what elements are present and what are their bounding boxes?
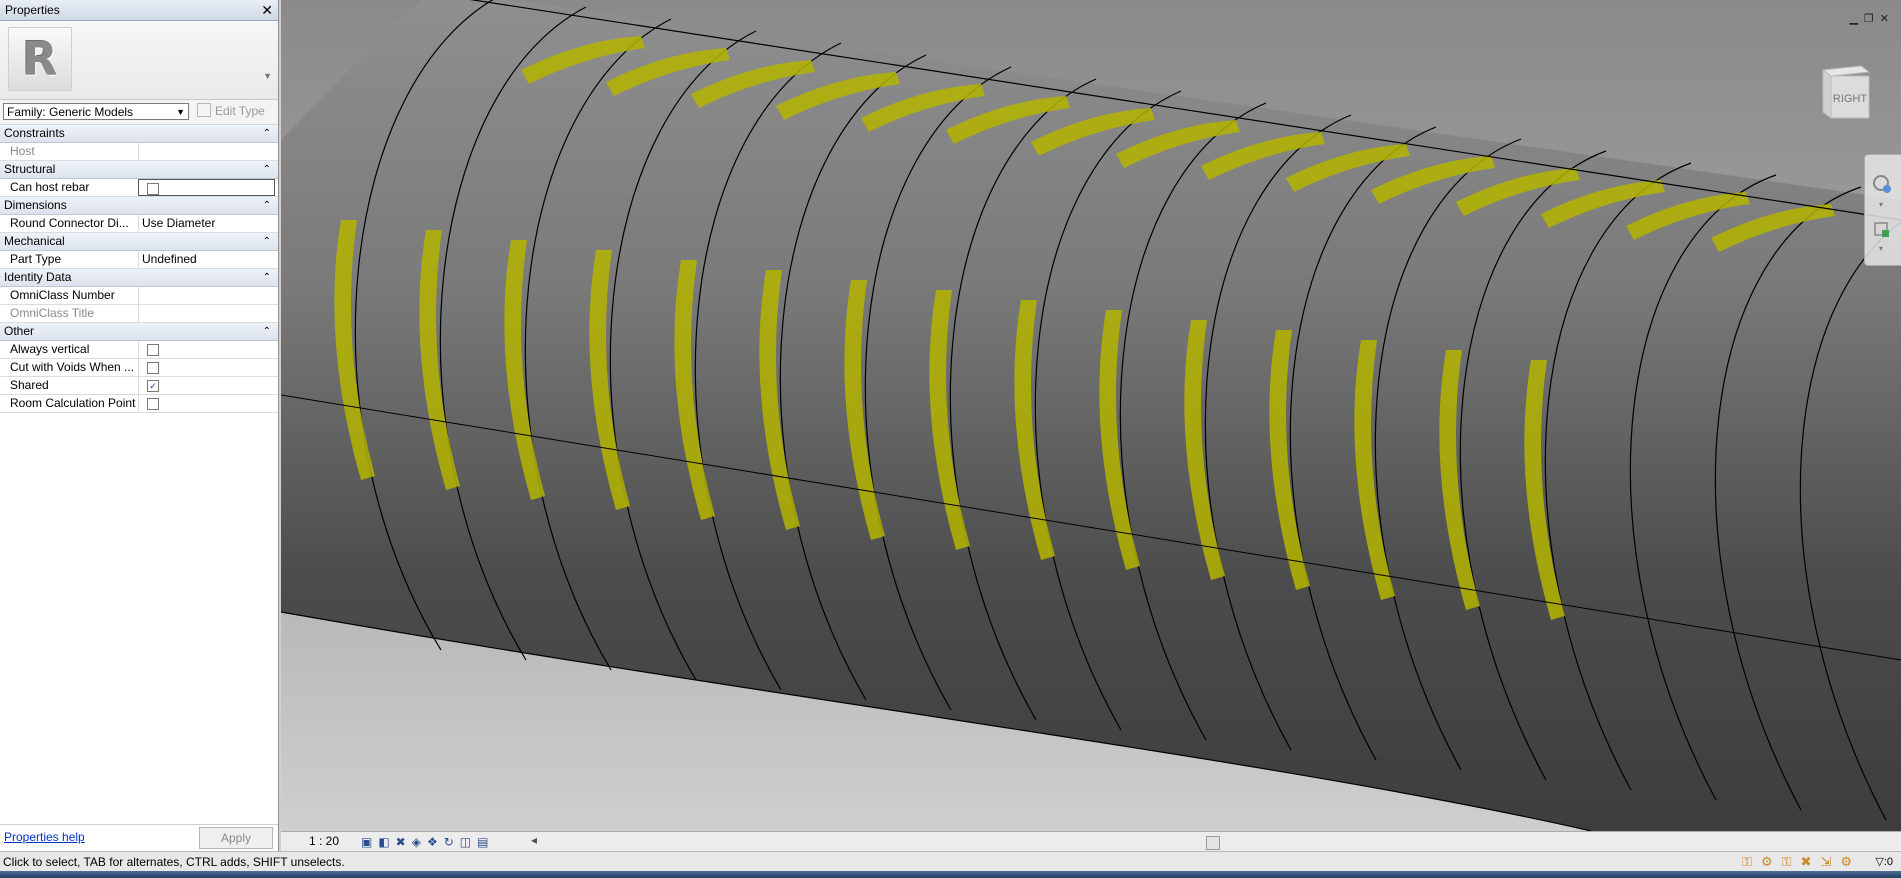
checkbox[interactable] <box>147 183 159 195</box>
property-row: Round Connector Di... Use Diameter <box>0 215 278 233</box>
selection-option-icons[interactable]: ⚿⚙⚿✖⇲⚙ <box>1742 854 1861 870</box>
svg-text:▾: ▾ <box>1879 200 1883 209</box>
group-header-dimensions[interactable]: Dimensions ⌃ <box>0 197 278 215</box>
property-row: OmniClass Number <box>0 287 278 305</box>
dropdown-arrow-icon: ▼ <box>176 107 185 117</box>
checkbox[interactable] <box>147 344 159 356</box>
property-checkbox-cell[interactable]: ✓ <box>138 377 275 394</box>
close-icon[interactable]: ✕ <box>261 0 273 20</box>
property-value[interactable]: Undefined <box>138 251 275 268</box>
property-label: Cut with Voids When ... <box>10 360 135 374</box>
family-dropdown-value: Family: Generic Models <box>7 105 134 119</box>
properties-title-bar: Properties ✕ <box>0 0 278 21</box>
view-control-bar: 1 : 20 ▣◧✖◈❖↻◫▤ ◂ <box>281 831 1901 852</box>
group-name: Dimensions <box>4 198 67 212</box>
property-label: Part Type <box>10 252 62 266</box>
group-header-structural[interactable]: Structural ⌃ <box>0 161 278 179</box>
filter-count-value: :0 <box>1883 856 1893 868</box>
zoom-icon <box>1874 222 1889 237</box>
property-value[interactable] <box>138 287 275 304</box>
group-name: Constraints <box>4 126 65 140</box>
collapse-icon[interactable]: ⌃ <box>263 233 271 250</box>
property-label: Round Connector Di... <box>10 216 129 230</box>
group-header-constraints[interactable]: Constraints ⌃ <box>0 125 278 143</box>
status-message: Click to select, TAB for alternates, CTR… <box>3 855 345 869</box>
edit-type-label: Edit Type <box>215 104 265 118</box>
property-label: OmniClass Number <box>10 288 115 302</box>
property-label: OmniClass Title <box>10 306 95 320</box>
pipe-model-view <box>281 0 1901 831</box>
view-window-controls[interactable]: ▁❐✕ <box>1849 12 1895 25</box>
os-taskbar <box>0 871 1901 878</box>
revit-family-icon: R <box>8 27 72 91</box>
property-row: Can host rebar <box>0 179 278 197</box>
group-name: Other <box>4 324 35 338</box>
property-checkbox-cell[interactable] <box>138 359 275 376</box>
group-header-mechanical[interactable]: Mechanical ⌃ <box>0 233 278 251</box>
properties-palette: Properties ✕ R ▼ Family: Generic Models … <box>0 0 279 851</box>
status-bar: Click to select, TAB for alternates, CTR… <box>0 851 1901 872</box>
horizontal-scroll-thumb[interactable] <box>1206 836 1220 850</box>
group-name: Structural <box>4 162 56 176</box>
scroll-left-icon[interactable]: ◂ <box>531 833 537 847</box>
type-selector-preview[interactable]: R ▼ <box>0 21 278 100</box>
property-row: Shared ✓ <box>0 377 278 395</box>
apply-button[interactable]: Apply <box>199 827 273 849</box>
property-checkbox-cell[interactable] <box>138 341 275 358</box>
group-name: Identity Data <box>4 270 72 284</box>
properties-title: Properties <box>5 3 60 17</box>
chevron-down-icon[interactable]: ▼ <box>263 71 272 81</box>
group-header-identity-data[interactable]: Identity Data ⌃ <box>0 269 278 287</box>
selection-filter-count[interactable]: ▽:0 <box>1875 855 1893 868</box>
group-header-other[interactable]: Other ⌃ <box>0 323 278 341</box>
property-row: OmniClass Title <box>0 305 278 323</box>
navigation-bar[interactable]: ▾ ▾ <box>1864 154 1901 266</box>
property-label: Shared <box>10 378 49 392</box>
family-dropdown[interactable]: Family: Generic Models ▼ <box>3 103 189 120</box>
collapse-icon[interactable]: ⌃ <box>263 323 271 340</box>
collapse-icon[interactable]: ⌃ <box>263 125 271 142</box>
property-label: Room Calculation Point <box>10 396 136 410</box>
property-groups: Constraints ⌃ Host Structural ⌃ Can host reba… <box>0 125 278 413</box>
checkbox[interactable] <box>147 362 159 374</box>
property-row: Always vertical <box>0 341 278 359</box>
edit-type-button[interactable]: Edit Type <box>197 103 265 120</box>
property-label: Host <box>10 144 35 158</box>
checkbox-checked[interactable]: ✓ <box>147 380 159 392</box>
group-name: Mechanical <box>4 234 65 248</box>
property-row: Part Type Undefined <box>0 251 278 269</box>
view-control-icons[interactable]: ▣◧✖◈❖↻◫▤ <box>361 835 494 849</box>
collapse-icon[interactable]: ⌃ <box>263 161 271 178</box>
property-label: Can host rebar <box>10 180 90 194</box>
view-scale[interactable]: 1 : 20 <box>309 834 339 848</box>
collapse-icon[interactable]: ⌃ <box>263 269 271 286</box>
properties-help-link[interactable]: Properties help <box>4 830 85 844</box>
model-viewport[interactable]: ▁❐✕ RIGHT ▾ ▾ <box>281 0 1901 831</box>
property-row: Room Calculation Point <box>0 395 278 413</box>
property-value[interactable] <box>138 143 275 160</box>
collapse-icon[interactable]: ⌃ <box>263 197 271 214</box>
checkbox[interactable] <box>147 398 159 410</box>
properties-footer: Properties help Apply <box>0 824 278 851</box>
viewcube[interactable]: RIGHT <box>1815 62 1871 122</box>
property-row: Host <box>0 143 278 161</box>
property-label: Always vertical <box>10 342 90 356</box>
viewcube-face-label: RIGHT <box>1833 93 1868 105</box>
svg-text:▾: ▾ <box>1879 244 1883 253</box>
property-checkbox-cell[interactable] <box>138 395 275 412</box>
property-checkbox-cell[interactable] <box>138 179 275 196</box>
steering-wheel-icon <box>1873 175 1891 193</box>
family-row: Family: Generic Models ▼ Edit Type <box>0 100 278 125</box>
edit-type-icon <box>197 103 211 117</box>
property-value[interactable] <box>138 305 275 322</box>
property-row: Cut with Voids When ... <box>0 359 278 377</box>
property-value[interactable]: Use Diameter <box>138 215 275 232</box>
